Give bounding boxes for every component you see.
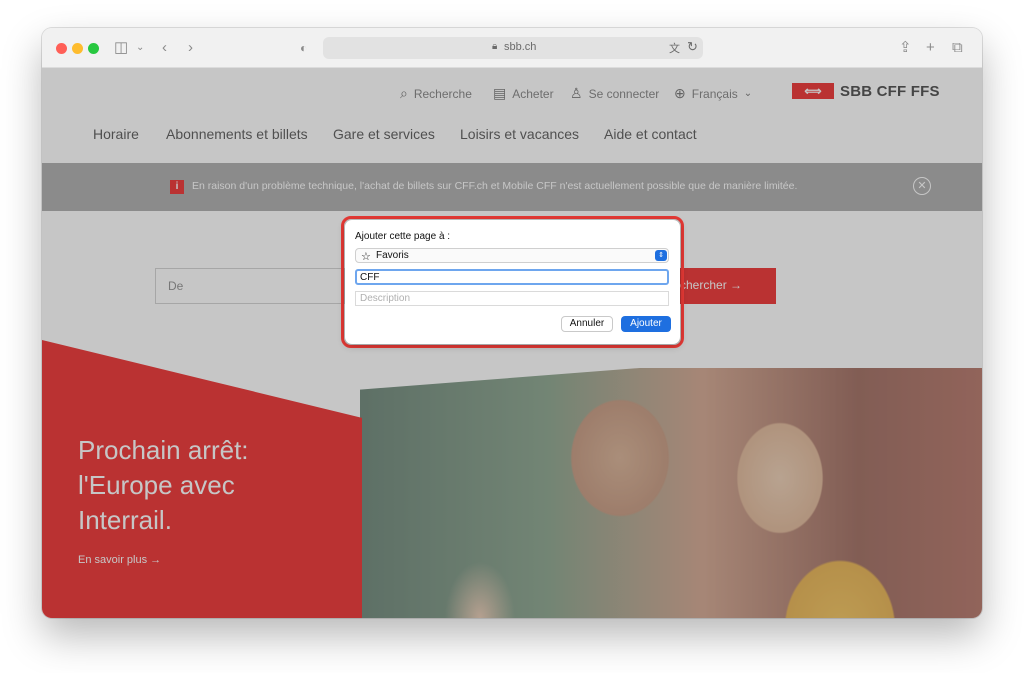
lock-icon: 🔒︎ — [492, 41, 498, 52]
address-bar[interactable]: 🔒︎ sbb.ch 文 ↻ — [323, 37, 703, 59]
address-url: sbb.ch — [504, 41, 537, 53]
browser-toolbar: ◫ ⌄ ‹ › ◐ 🔒︎ sbb.ch 文 ↻ ⇪ + ⧉ — [42, 28, 982, 68]
folder-value: Favoris — [376, 250, 409, 261]
bookmark-title-input[interactable]: CFF — [355, 269, 669, 285]
reload-icon[interactable]: ↻ — [687, 39, 698, 55]
zoom-window-button[interactable] — [88, 43, 99, 54]
add-bookmark-dialog: Ajouter cette page à : ☆ Favoris ⇕ CFF A… — [345, 220, 680, 344]
cancel-button[interactable]: Annuler — [561, 316, 613, 332]
browser-window: ◫ ⌄ ‹ › ◐ 🔒︎ sbb.ch 文 ↻ ⇪ + ⧉ ⌕ Recherch… — [42, 28, 982, 618]
translate-icon[interactable]: 文 — [669, 40, 680, 56]
close-window-button[interactable] — [56, 43, 67, 54]
chevron-updown-icon: ⇕ — [655, 250, 667, 261]
star-icon: ☆ — [361, 251, 371, 263]
chevron-down-icon[interactable]: ⌄ — [136, 38, 144, 58]
plus-icon[interactable]: + — [926, 38, 935, 58]
chevron-right-icon[interactable]: › — [188, 38, 193, 58]
folder-select[interactable]: ☆ Favoris ⇕ — [355, 248, 669, 263]
sidebar-icon[interactable]: ◫ — [114, 38, 128, 58]
add-button[interactable]: Ajouter — [621, 316, 671, 332]
minimize-window-button[interactable] — [72, 43, 83, 54]
share-icon[interactable]: ⇪ — [899, 38, 912, 58]
tab-overview-icon[interactable]: ⧉ — [952, 38, 963, 58]
shield-icon[interactable]: ◐ — [300, 38, 307, 58]
description-input[interactable] — [355, 291, 669, 306]
chevron-left-icon[interactable]: ‹ — [162, 38, 167, 58]
dialog-heading: Ajouter cette page à : — [355, 231, 451, 242]
